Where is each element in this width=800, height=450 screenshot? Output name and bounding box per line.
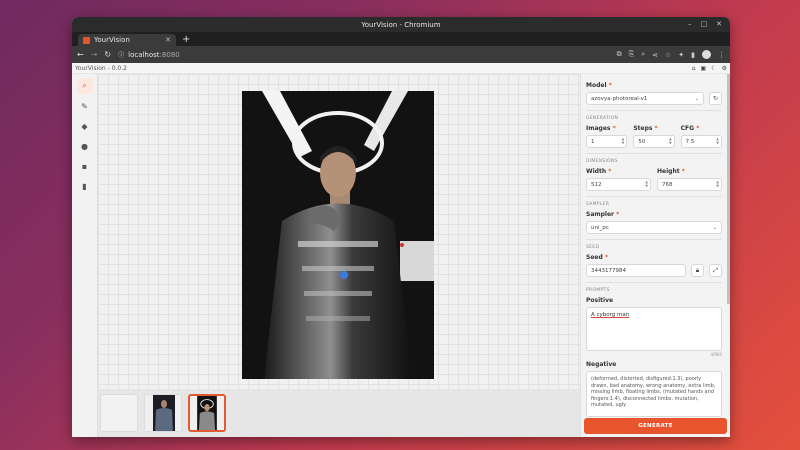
image-gallery [98, 389, 580, 437]
window-titlebar: YourVision - Chromium – □ ✕ [72, 17, 730, 32]
app-header: YourVision - 0.0.2 ⌂ ▣ ☾ ⚙ [72, 63, 730, 74]
eraser-tool-icon[interactable]: ◆ [77, 118, 93, 134]
refresh-icon: ↻ [712, 95, 719, 102]
trash-tool-icon[interactable]: ▮ [77, 178, 93, 194]
negative-label: Negative [586, 361, 617, 368]
extensions-icon[interactable]: ✦ [678, 51, 684, 59]
search-icon[interactable]: ⌕ [641, 50, 645, 59]
sampler-select[interactable]: uni_pc ⌄ [586, 221, 722, 234]
minimize-icon[interactable]: – [688, 20, 692, 28]
random-seed-button[interactable]: ⤢ [709, 264, 722, 277]
stepper-icon[interactable]: ▲ ▼ [622, 137, 625, 145]
favicon-icon [83, 36, 90, 44]
stepper-icon[interactable]: ▲ ▼ [669, 137, 672, 145]
zoom-tool-icon[interactable]: ⌕ [76, 78, 93, 94]
tab-yourvision[interactable]: YourVision ✕ [78, 34, 176, 46]
info-icon: ⓘ [118, 52, 125, 59]
thumb-image-2 [190, 396, 224, 430]
thumb-image-1 [145, 395, 181, 431]
model-value: azovya-photoreal-v1 [591, 95, 648, 102]
section-sampler: SAMPLER [586, 196, 722, 207]
stepper-icon[interactable]: ▲ ▼ [716, 180, 719, 188]
forward-icon[interactable]: → [91, 50, 98, 59]
save-tool-icon[interactable]: ▪ [77, 158, 93, 174]
seed-label: Seed * [586, 254, 608, 261]
app-name-version: YourVision - 0.0.2 [75, 64, 127, 72]
stepper-icon[interactable]: ▲ ▼ [716, 137, 719, 145]
lock-icon: 🔒︎ [695, 266, 700, 274]
shuffle-icon: ⤢ [713, 266, 718, 274]
steps-input[interactable]: 50 ▲ ▼ [633, 135, 675, 148]
settings-icon[interactable]: ⚙ [722, 65, 727, 72]
open-external-icon[interactable]: ⧉ [617, 50, 622, 59]
cyborg-image [242, 91, 434, 379]
panel-scrollbar[interactable] [727, 74, 730, 304]
app-body: ⌕ ✎ ◆ ● ▪ ▮ Model * azovya-photoreal-v1 … [72, 74, 730, 437]
new-tab-icon[interactable]: + [182, 34, 190, 46]
steps-label: Steps * [633, 125, 658, 132]
browser-toolbar: ← → ↻ ⓘ localhost:8080 ⧉ ⎘ ⌕ ⋖ ☆ ✦ ▮ ⋮ [72, 46, 730, 63]
section-generation: GENERATION [586, 110, 722, 121]
gallery-thumb-2-selected[interactable] [188, 394, 226, 432]
positive-label: Positive [586, 297, 614, 304]
share-icon[interactable]: ⋖ [652, 51, 658, 59]
address-bar[interactable]: ⓘ localhost:8080 [118, 50, 609, 60]
height-input[interactable]: 768 ▲ ▼ [657, 178, 722, 191]
section-prompts: PROMPTS [586, 282, 722, 293]
section-dimensions: DIMENSIONS [586, 153, 722, 164]
url-port: :8080 [159, 50, 180, 59]
cfg-input[interactable]: 7.5 ▲ ▼ [680, 135, 722, 148]
model-label: Model * [586, 82, 612, 89]
translate-icon[interactable]: ⎘ [629, 50, 635, 59]
home-icon[interactable]: ⌂ [692, 65, 696, 72]
browser-window: YourVision - Chromium – □ ✕ YourVision ✕… [72, 17, 730, 437]
gallery-icon[interactable]: ▣ [701, 65, 707, 72]
sampler-label: Sampler * [586, 211, 620, 218]
positive-char-counter: 4/900 [710, 352, 722, 357]
bookmark-icon[interactable]: ☆ [665, 51, 671, 59]
tab-strip: YourVision ✕ + [72, 32, 730, 46]
tool-sidebar: ⌕ ✎ ◆ ● ▪ ▮ [72, 74, 98, 437]
gallery-thumb-empty[interactable] [100, 394, 138, 432]
positive-prompt-textarea[interactable]: A cyborg man [586, 307, 722, 351]
brush-tool-icon[interactable]: ✎ [77, 98, 93, 114]
refresh-models-button[interactable]: ↻ [709, 92, 722, 105]
width-label: Width * [586, 168, 612, 175]
negative-prompt-textarea[interactable]: (deformed, distorted, disfigured:1.3), p… [586, 371, 722, 417]
url-host: localhost [128, 50, 160, 59]
gallery-thumb-1[interactable] [144, 394, 182, 432]
window-title: YourVision - Chromium [361, 20, 441, 29]
fill-tool-icon[interactable]: ● [77, 138, 93, 154]
sidepanel-icon[interactable]: ▮ [691, 51, 695, 59]
maximize-icon[interactable]: □ [701, 20, 708, 28]
generated-image[interactable] [242, 91, 434, 379]
drawing-canvas[interactable] [98, 74, 580, 389]
images-label: Images * [586, 125, 616, 132]
theme-icon[interactable]: ☾ [711, 65, 716, 72]
tab-title: YourVision [94, 36, 130, 44]
seed-input[interactable]: 3443177984 [586, 264, 686, 277]
tab-close-icon[interactable]: ✕ [165, 36, 171, 44]
height-label: Height * [657, 168, 685, 175]
menu-icon[interactable]: ⋮ [718, 51, 725, 59]
reload-icon[interactable]: ↻ [104, 50, 111, 59]
back-icon[interactable]: ← [77, 50, 84, 59]
chevron-down-icon: ⌄ [694, 95, 699, 102]
model-select[interactable]: azovya-photoreal-v1 ⌄ [586, 92, 704, 105]
close-icon[interactable]: ✕ [716, 20, 722, 28]
generate-button[interactable]: GENERATE [584, 418, 727, 434]
stepper-icon[interactable]: ▲ ▼ [645, 180, 648, 188]
canvas-area [98, 74, 580, 437]
chevron-down-icon: ⌄ [712, 224, 717, 231]
images-input[interactable]: 1 ▲ ▼ [586, 135, 628, 148]
lock-seed-button[interactable]: 🔒︎ [691, 264, 704, 277]
profile-avatar[interactable] [702, 50, 711, 59]
cfg-label: CFG * [680, 125, 700, 132]
section-seed: SEED [586, 239, 722, 250]
settings-panel: Model * azovya-photoreal-v1 ⌄ ↻ GENERATI… [580, 74, 730, 437]
width-input[interactable]: 512 ▲ ▼ [586, 178, 651, 191]
